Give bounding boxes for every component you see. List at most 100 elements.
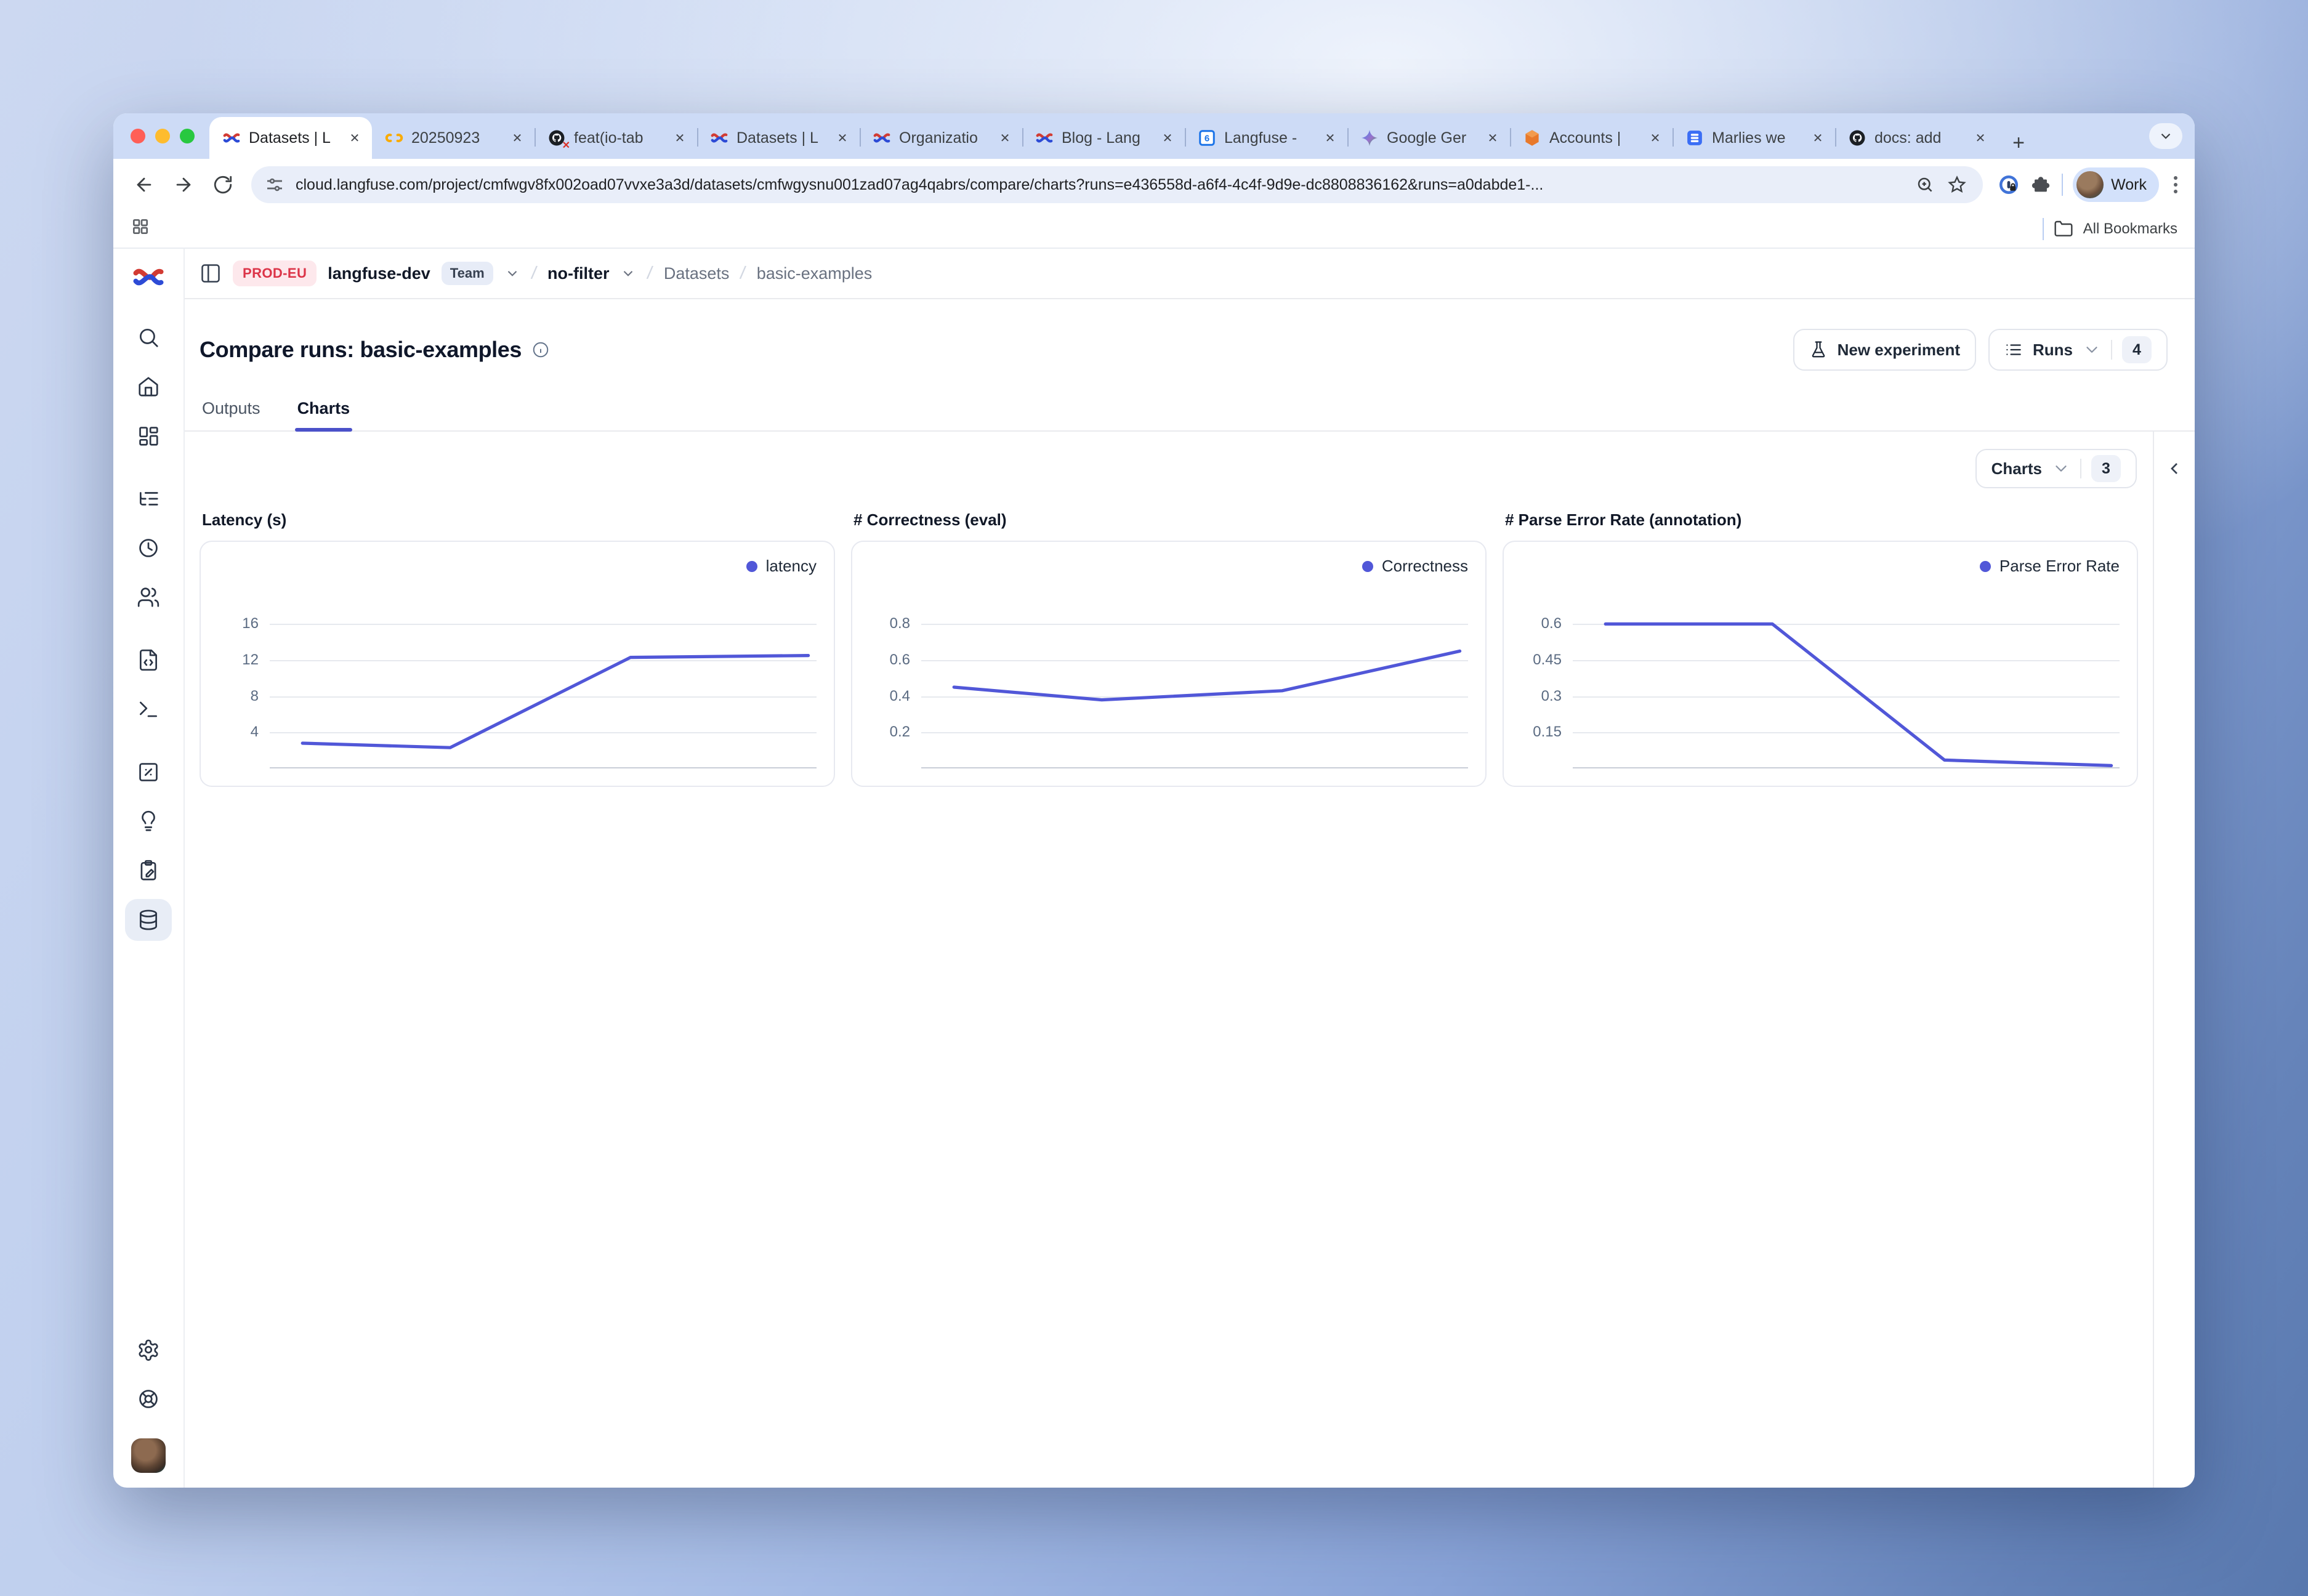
tab-title: Google Ger <box>1387 129 1475 147</box>
charts-area: Charts 3 Latency (s) <box>185 432 2153 1488</box>
browser-tab-calendar[interactable]: 6 Langfuse - ✕ <box>1185 117 1347 159</box>
search-icon[interactable] <box>125 316 172 358</box>
extensions-puzzle-icon[interactable] <box>2030 174 2052 196</box>
all-bookmarks[interactable]: All Bookmarks <box>2043 218 2177 240</box>
layout-grid-icon[interactable] <box>125 415 172 457</box>
browser-tab-marlies[interactable]: Marlies we ✕ <box>1672 117 1835 159</box>
lifebuoy-icon[interactable] <box>125 1378 172 1420</box>
list-tree-icon[interactable] <box>125 478 172 520</box>
breadcrumb-dataset-name[interactable]: basic-examples <box>757 264 873 283</box>
maximize-window-button[interactable] <box>180 129 195 143</box>
browser-tab-gemini[interactable]: Google Ger ✕ <box>1347 117 1510 159</box>
y-axis-tick: 0.45 <box>1533 651 1562 669</box>
tab-close-icon[interactable]: ✕ <box>1320 128 1340 148</box>
browser-tab-accounts[interactable]: Accounts | ✕ <box>1510 117 1672 159</box>
charts-selector-button[interactable]: Charts 3 <box>1975 449 2137 488</box>
file-code-icon[interactable] <box>125 639 172 681</box>
tab-close-icon[interactable]: ✕ <box>1808 128 1828 148</box>
github-icon <box>1847 128 1867 148</box>
browser-profile-chip[interactable]: Work <box>2073 167 2159 202</box>
legend-label: Parse Error Rate <box>1999 557 2120 576</box>
lightbulb-icon[interactable] <box>125 800 172 842</box>
browser-menu-icon[interactable] <box>2169 171 2182 198</box>
legend-label: latency <box>766 557 817 576</box>
home-icon[interactable] <box>125 366 172 408</box>
tab-title: feat(io-tab <box>574 129 663 147</box>
page-title-row: Compare runs: basic-examples New experim… <box>185 299 2195 371</box>
list-icon <box>2004 341 2023 359</box>
organization-name[interactable]: langfuse-dev <box>328 264 430 283</box>
tab-close-icon[interactable]: ✕ <box>670 128 690 148</box>
gear-icon[interactable] <box>125 1329 172 1371</box>
tab-close-icon[interactable]: ✕ <box>507 128 527 148</box>
gemini-icon <box>1360 128 1379 148</box>
tab-charts[interactable]: Charts <box>295 389 353 430</box>
tab-outputs[interactable]: Outputs <box>200 389 263 430</box>
site-settings-icon[interactable] <box>264 174 286 196</box>
tab-close-icon[interactable]: ✕ <box>1158 128 1177 148</box>
chevron-left-icon[interactable] <box>2165 459 2184 478</box>
langfuse-logo-icon <box>132 261 164 293</box>
apps-grid-icon[interactable] <box>131 217 150 241</box>
github-x-icon: ✕ <box>547 128 567 148</box>
database-icon[interactable] <box>125 899 172 941</box>
browser-tab-datasets-2[interactable]: Datasets | L ✕ <box>697 117 860 159</box>
browser-tab-blog[interactable]: Blog - Lang ✕ <box>1022 117 1185 159</box>
address-bar[interactable]: cloud.langfuse.com/project/cmfwgv8fx002o… <box>251 166 1983 203</box>
reload-button[interactable] <box>204 166 241 203</box>
latency-chart[interactable]: latency 161284 <box>200 541 835 787</box>
minimize-window-button[interactable] <box>155 129 170 143</box>
page-tabs: Outputs Charts <box>185 389 2195 432</box>
terminal-icon[interactable] <box>125 688 172 730</box>
bookmarks-bar: All Bookmarks <box>113 211 2195 249</box>
clock-icon[interactable] <box>125 527 172 569</box>
tab-close-icon[interactable]: ✕ <box>1645 128 1665 148</box>
info-icon[interactable] <box>531 341 550 359</box>
square-percent-icon[interactable] <box>125 751 172 793</box>
check-failed-badge: ✕ <box>562 139 570 151</box>
chart-legend: latency <box>746 557 817 576</box>
tab-close-icon[interactable]: ✕ <box>345 128 365 148</box>
profile-avatar <box>2076 171 2104 198</box>
tab-close-icon[interactable]: ✕ <box>1483 128 1503 148</box>
new-experiment-button[interactable]: New experiment <box>1793 329 1976 371</box>
tab-search-button[interactable] <box>2149 123 2182 149</box>
chart-legend: Correctness <box>1362 557 1468 576</box>
url-text[interactable]: cloud.langfuse.com/project/cmfwgv8fx002o… <box>296 176 1904 194</box>
back-button[interactable] <box>126 166 163 203</box>
correctness-chart[interactable]: Correctness 0.80.60.40.2 <box>851 541 1487 787</box>
browser-tab-colab[interactable]: 20250923 ✕ <box>372 117 535 159</box>
forward-button[interactable] <box>165 166 202 203</box>
zoom-page-icon[interactable] <box>1914 174 1936 196</box>
tab-close-icon[interactable]: ✕ <box>995 128 1015 148</box>
user-avatar[interactable] <box>131 1438 166 1473</box>
new-tab-button[interactable]: + <box>2003 127 2035 159</box>
plot-area: 0.80.60.40.2 <box>921 606 1468 768</box>
langfuse-icon <box>222 128 241 148</box>
breadcrumb-datasets[interactable]: Datasets <box>664 264 730 283</box>
chart-title: Latency (s) <box>202 510 835 530</box>
chevron-down-icon <box>2052 459 2070 478</box>
clipboard-pen-icon[interactable] <box>125 850 172 892</box>
browser-tab-github-pr[interactable]: ✕ feat(io-tab ✕ <box>535 117 697 159</box>
browser-tab-docs[interactable]: docs: add ✕ <box>1835 117 1998 159</box>
all-bookmarks-label: All Bookmarks <box>2083 220 2177 238</box>
tab-close-icon[interactable]: ✕ <box>1971 128 1990 148</box>
org-switcher-chevron-icon[interactable] <box>504 265 520 281</box>
browser-tab-organization[interactable]: Organizatio ✕ <box>860 117 1022 159</box>
close-window-button[interactable] <box>131 129 145 143</box>
chart-section-latency: Latency (s) latency 161284 <box>200 503 835 787</box>
project-switcher-chevron-icon[interactable] <box>620 265 636 281</box>
tab-close-icon[interactable]: ✕ <box>833 128 852 148</box>
bookmark-star-icon[interactable] <box>1946 174 1968 196</box>
parse-error-rate-chart[interactable]: Parse Error Rate 0.60.450.30.15 <box>1503 541 2138 787</box>
users-icon[interactable] <box>125 576 172 618</box>
flask-icon <box>1809 341 1828 359</box>
project-name[interactable]: no-filter <box>547 264 610 283</box>
tab-title: Marlies we <box>1712 129 1801 147</box>
app-header: PROD-EU langfuse-dev Team / no-filter / … <box>185 249 2195 299</box>
runs-selector-button[interactable]: Runs 4 <box>1988 329 2168 371</box>
browser-tab-datasets-active[interactable]: Datasets | L ✕ <box>209 117 372 159</box>
panel-toggle-icon[interactable] <box>200 262 222 284</box>
password-manager-icon[interactable] <box>1998 174 2020 196</box>
